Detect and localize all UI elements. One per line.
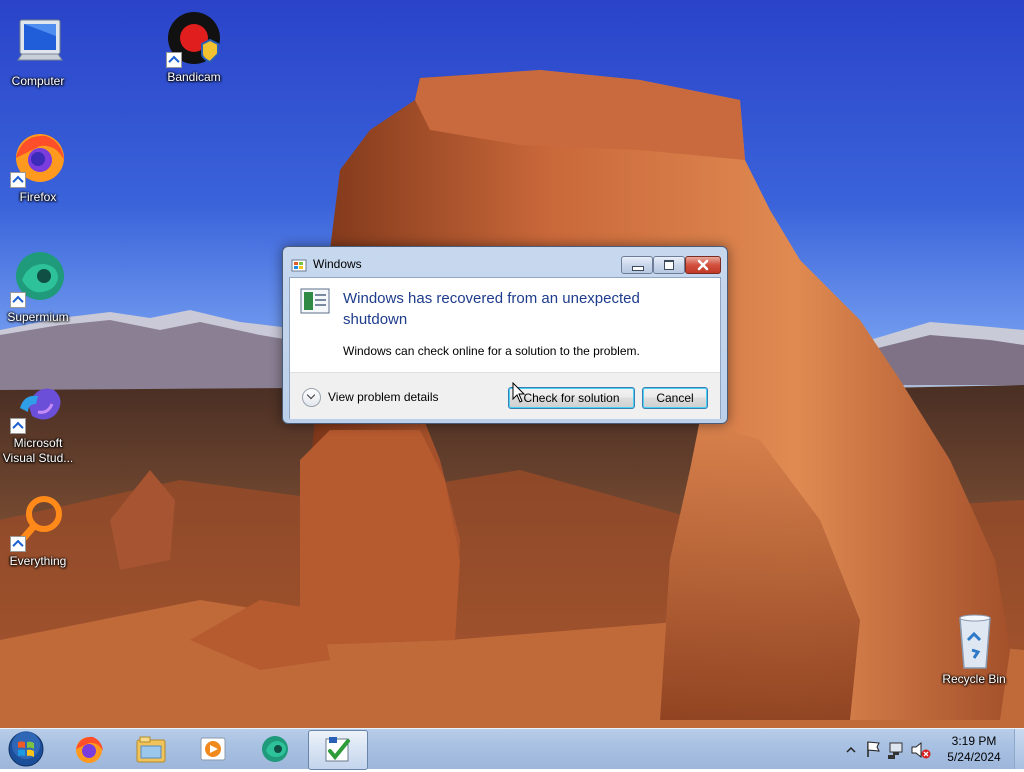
computer-icon	[8, 14, 68, 74]
taskbar-item-file-explorer[interactable]	[122, 730, 180, 768]
check-for-solution-button[interactable]: Check for solution	[508, 387, 635, 409]
windows-flag-icon	[291, 259, 307, 272]
clock-date: 5/24/2024	[947, 750, 1001, 764]
mouse-pointer-icon	[512, 382, 526, 403]
dialog-titlebar[interactable]: Windows	[283, 247, 727, 277]
visual-studio-icon	[8, 378, 68, 436]
taskbar-item-supermium[interactable]	[246, 730, 304, 768]
problem-report-icon	[300, 288, 330, 314]
desktop-icon-firefox[interactable]: Firefox	[0, 130, 76, 205]
start-button[interactable]	[6, 730, 46, 768]
taskbar-item-firefox[interactable]	[60, 730, 118, 768]
minimize-icon	[632, 266, 644, 271]
chevron-down-icon[interactable]	[302, 388, 321, 407]
view-problem-details-link[interactable]: View problem details	[328, 390, 439, 404]
desktop-icon-label: Microsoft Visual Stud...	[2, 436, 74, 465]
network-icon[interactable]	[888, 742, 903, 759]
supermium-icon	[262, 736, 288, 762]
shortcut-arrow-icon	[10, 292, 26, 308]
firefox-icon	[8, 130, 68, 190]
desktop-icon-visual-studio[interactable]: Microsoft Visual Stud...	[0, 378, 76, 466]
desktop-icon-label: Supermium	[7, 310, 69, 324]
problem-reports-icon	[325, 737, 350, 762]
shortcut-arrow-icon	[10, 536, 26, 552]
taskbar-item-media-player[interactable]	[184, 730, 242, 768]
taskbar-item-problem-reports[interactable]	[308, 730, 368, 770]
cancel-button[interactable]: Cancel	[642, 387, 708, 409]
show-desktop-button[interactable]	[1014, 729, 1024, 769]
dialog-title: Windows	[313, 257, 362, 271]
maximize-button[interactable]	[653, 256, 685, 274]
close-button[interactable]	[685, 256, 721, 274]
desktop-icon-label: Everything	[9, 554, 67, 568]
media-player-icon	[200, 737, 226, 761]
supermium-icon	[8, 250, 68, 310]
volume-muted-icon[interactable]	[911, 741, 931, 759]
firefox-icon	[76, 736, 103, 763]
shortcut-arrow-icon	[10, 418, 26, 434]
windows-recovery-dialog: Windows Windows has recovered from an un…	[282, 246, 728, 424]
folder-icon	[136, 736, 166, 763]
desktop-icon-computer[interactable]: Computer	[0, 14, 76, 89]
system-tray	[846, 741, 931, 759]
desktop-icon-recycle-bin[interactable]: Recycle Bin	[936, 612, 1012, 687]
desktop-icon-supermium[interactable]: Supermium	[0, 250, 76, 325]
minimize-button[interactable]	[621, 256, 653, 274]
everything-icon	[8, 494, 68, 554]
recycle-bin-icon	[944, 612, 1004, 672]
bandicam-icon	[164, 10, 224, 70]
action-center-flag-icon[interactable]	[867, 741, 880, 757]
desktop-icon-everything[interactable]: Everything	[0, 494, 76, 569]
start-orb-icon	[8, 731, 44, 767]
close-icon	[697, 259, 709, 271]
dialog-footer: View problem details Check for solution …	[290, 372, 720, 419]
desktop-icon-label: Computer	[11, 74, 65, 88]
shortcut-arrow-icon	[166, 52, 182, 68]
clock-time: 3:19 PM	[951, 734, 997, 748]
taskbar: 3:19 PM 5/24/2024	[0, 728, 1024, 770]
desktop-icon-label: Bandicam	[167, 70, 221, 84]
desktop-icon-label: Firefox	[19, 190, 57, 204]
dialog-content: Windows has recovered from an unexpected…	[289, 277, 721, 419]
dialog-heading: Windows has recovered from an unexpected…	[343, 290, 640, 328]
show-hidden-icons-icon[interactable]	[846, 746, 856, 753]
desktop-icon-bandicam[interactable]: Bandicam	[156, 10, 232, 85]
maximize-icon	[664, 260, 674, 270]
taskbar-clock[interactable]: 3:19 PM 5/24/2024	[935, 733, 1013, 765]
shortcut-arrow-icon	[10, 172, 26, 188]
desktop-icon-label: Recycle Bin	[942, 672, 1006, 686]
dialog-message: Windows can check online for a solution …	[343, 344, 640, 358]
